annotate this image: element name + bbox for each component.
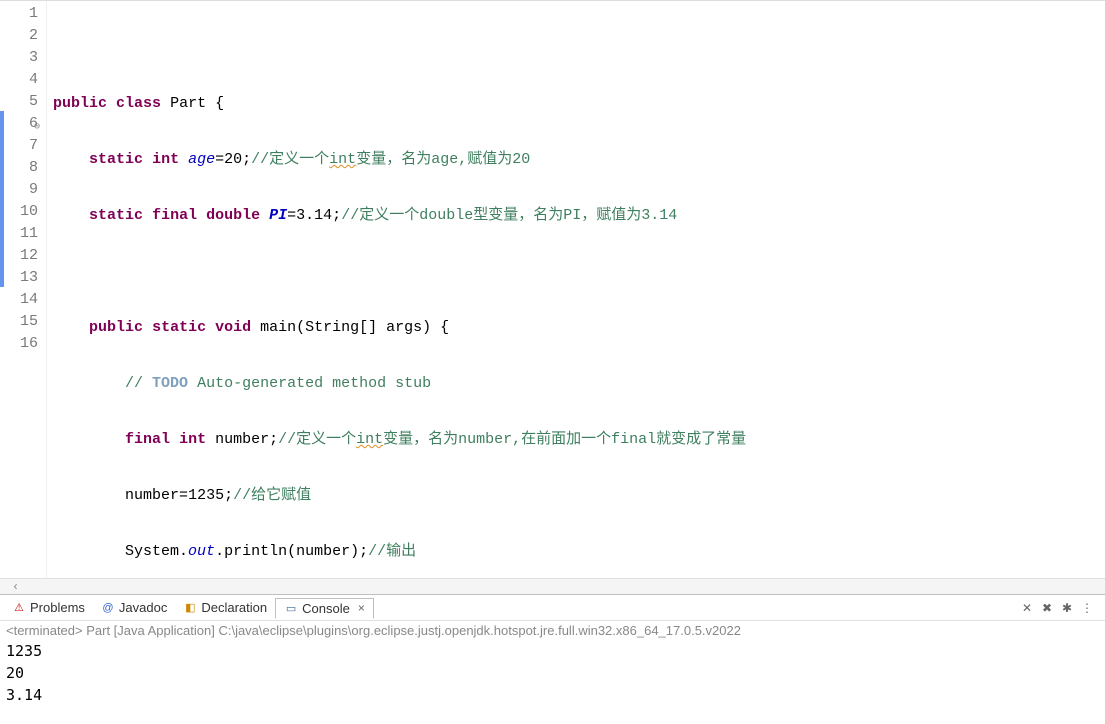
output-line: 3.14 bbox=[6, 684, 1099, 706]
line-gutter[interactable]: 1 2 3 4 5 6⊖ 7 8 9 10 11 12 13 14 15 16 bbox=[16, 1, 47, 578]
code-editor[interactable]: public class Part { static int age=20;//… bbox=[47, 1, 1105, 578]
bottom-panel: ⚠ Problems @ Javadoc ◧ Declaration ▭ Con… bbox=[0, 594, 1105, 724]
tab-problems[interactable]: ⚠ Problems bbox=[4, 598, 93, 617]
tab-javadoc[interactable]: @ Javadoc bbox=[93, 598, 175, 617]
console-icon: ▭ bbox=[284, 601, 298, 615]
marker-strip bbox=[0, 1, 16, 578]
declaration-icon: ◧ bbox=[183, 601, 197, 615]
remove-launch-icon[interactable]: ✕ bbox=[1019, 600, 1035, 616]
output-line: 20 bbox=[6, 662, 1099, 684]
tab-declaration[interactable]: ◧ Declaration bbox=[175, 598, 275, 617]
javadoc-icon: @ bbox=[101, 601, 115, 615]
menu-icon[interactable]: ⋮ bbox=[1079, 600, 1095, 616]
console-toolbar: ✕ ✖ ✱ ⋮ bbox=[1019, 600, 1101, 616]
tab-console[interactable]: ▭ Console × bbox=[275, 598, 374, 619]
horizontal-scrollbar[interactable]: ‹ bbox=[0, 578, 1105, 594]
remove-all-icon[interactable]: ✖ bbox=[1039, 600, 1055, 616]
fold-icon[interactable]: ⊖ bbox=[28, 117, 40, 129]
scroll-left-icon[interactable]: ‹ bbox=[12, 580, 19, 594]
output-line: 1235 bbox=[6, 640, 1099, 662]
close-icon[interactable]: × bbox=[358, 601, 365, 615]
code-container: 1 2 3 4 5 6⊖ 7 8 9 10 11 12 13 14 15 16 … bbox=[0, 1, 1105, 578]
console-output[interactable]: 1235 20 3.14 bbox=[0, 640, 1105, 706]
problems-icon: ⚠ bbox=[12, 601, 26, 615]
console-status: <terminated> Part [Java Application] C:\… bbox=[0, 621, 1105, 640]
editor-area: 1 2 3 4 5 6⊖ 7 8 9 10 11 12 13 14 15 16 … bbox=[0, 0, 1105, 594]
panel-tabs: ⚠ Problems @ Javadoc ◧ Declaration ▭ Con… bbox=[0, 595, 1105, 621]
pin-icon[interactable]: ✱ bbox=[1059, 600, 1075, 616]
